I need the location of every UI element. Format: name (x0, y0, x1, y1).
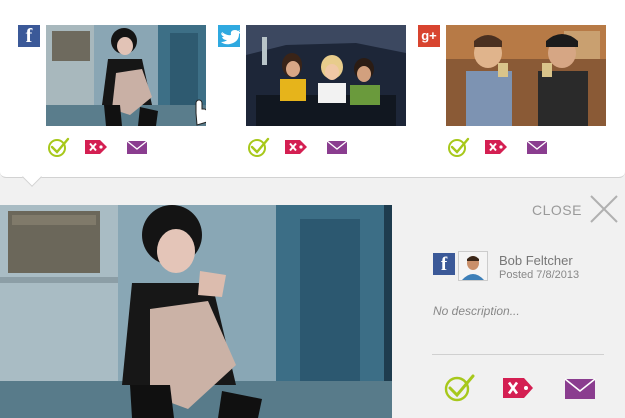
close-icon[interactable] (588, 193, 620, 225)
google-plus-icon: g+ (418, 25, 440, 47)
reject-tag-icon[interactable] (83, 136, 109, 158)
check-icon[interactable] (46, 136, 72, 158)
post-card-twitter (218, 25, 418, 165)
post-date: Posted 7/8/2013 (499, 269, 580, 281)
check-icon[interactable] (246, 136, 272, 158)
mail-icon[interactable] (325, 136, 351, 158)
user-name[interactable]: Bob Feltcher (499, 253, 573, 268)
reject-tag-icon[interactable] (283, 136, 309, 158)
divider (432, 354, 604, 355)
post-actions (246, 136, 406, 158)
post-photo[interactable] (246, 25, 406, 126)
check-icon[interactable] (444, 374, 476, 402)
mail-icon[interactable] (125, 136, 151, 158)
post-card-facebook: f (18, 25, 218, 165)
post-actions (46, 136, 206, 158)
facebook-icon: f (433, 253, 455, 275)
post-card-google-plus: g+ (418, 25, 618, 165)
mail-icon[interactable] (525, 136, 551, 158)
description-text: No description... (433, 304, 520, 318)
close-label[interactable]: CLOSE (532, 202, 582, 218)
post-actions (446, 136, 606, 158)
reject-tag-icon[interactable] (502, 374, 534, 402)
post-photo[interactable] (46, 25, 206, 126)
mail-icon[interactable] (564, 374, 596, 402)
facebook-icon: f (18, 25, 40, 47)
post-photo[interactable] (446, 25, 606, 126)
reject-tag-icon[interactable] (483, 136, 509, 158)
twitter-icon (218, 25, 241, 47)
post-strip: f g+ (0, 0, 625, 178)
avatar (458, 251, 488, 281)
detail-photo (0, 205, 392, 418)
check-icon[interactable] (446, 136, 472, 158)
